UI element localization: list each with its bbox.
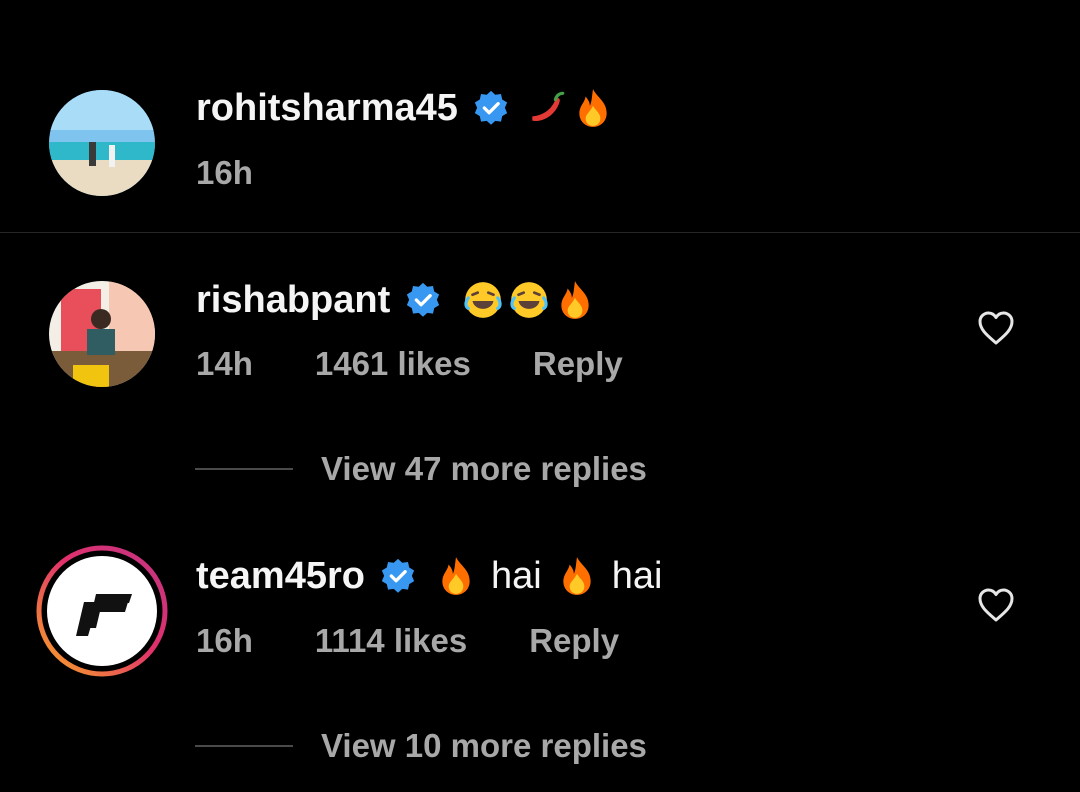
story-ring-avatar[interactable]	[36, 545, 168, 677]
reply-button[interactable]: Reply	[529, 621, 619, 661]
timestamp: 14h	[196, 345, 253, 382]
view-replies-button[interactable]: View 47 more replies	[195, 449, 647, 489]
caption-row: rohitsharma45 16h	[0, 0, 1080, 232]
divider	[195, 745, 293, 747]
heart-outline-icon[interactable]	[976, 308, 1016, 348]
fire-icon	[563, 557, 591, 595]
heart-outline-icon[interactable]	[976, 585, 1016, 625]
laughing-emoji-icon	[464, 282, 502, 318]
verified-badge-icon	[381, 558, 415, 593]
username[interactable]: rohitsharma45	[196, 86, 458, 130]
caption-text	[526, 87, 618, 129]
view-replies-label: View 47 more replies	[321, 450, 647, 487]
comment-item: team45ro hai hai 16h 1114 likes Reply Vi…	[0, 513, 1080, 792]
comment-word: hai	[611, 555, 663, 597]
fire-icon	[561, 281, 589, 319]
comment-header: team45ro hai hai	[196, 554, 676, 598]
comment-meta: 16h 1114 likes Reply	[196, 621, 619, 661]
verified-badge-icon	[407, 282, 440, 317]
comment-word: hai	[490, 555, 542, 597]
verified-badge-icon	[474, 90, 508, 125]
divider	[195, 468, 293, 470]
chili-icon	[532, 91, 565, 121]
reply-button[interactable]: Reply	[533, 344, 623, 384]
comment-header: rishabpant	[196, 278, 600, 322]
username[interactable]: team45ro	[196, 554, 365, 598]
laughing-emoji-icon	[510, 282, 548, 318]
view-replies-label: View 10 more replies	[321, 727, 647, 764]
timestamp: 16h	[196, 622, 253, 659]
timestamp: 16h	[196, 154, 253, 191]
person-photo-avatar	[49, 281, 155, 387]
comment-text: hai hai	[435, 554, 676, 598]
avatar[interactable]	[49, 90, 155, 196]
caption-meta: 16h	[196, 153, 253, 193]
avatar[interactable]	[49, 281, 155, 387]
username[interactable]: rishabpant	[196, 278, 390, 322]
beach-photo-avatar	[49, 90, 155, 196]
likes-count[interactable]: 1114 likes	[315, 621, 467, 661]
likes-count[interactable]: 1461 likes	[315, 344, 471, 384]
comment-item: rishabpant 14h 1461 likes Reply View 47 …	[0, 233, 1080, 513]
caption-header: rohitsharma45	[196, 86, 618, 130]
comment-meta: 14h 1461 likes Reply	[196, 344, 623, 384]
view-replies-button[interactable]: View 10 more replies	[195, 726, 647, 766]
comment-text	[462, 279, 600, 321]
fire-icon	[579, 89, 607, 127]
fire-icon	[442, 557, 470, 595]
